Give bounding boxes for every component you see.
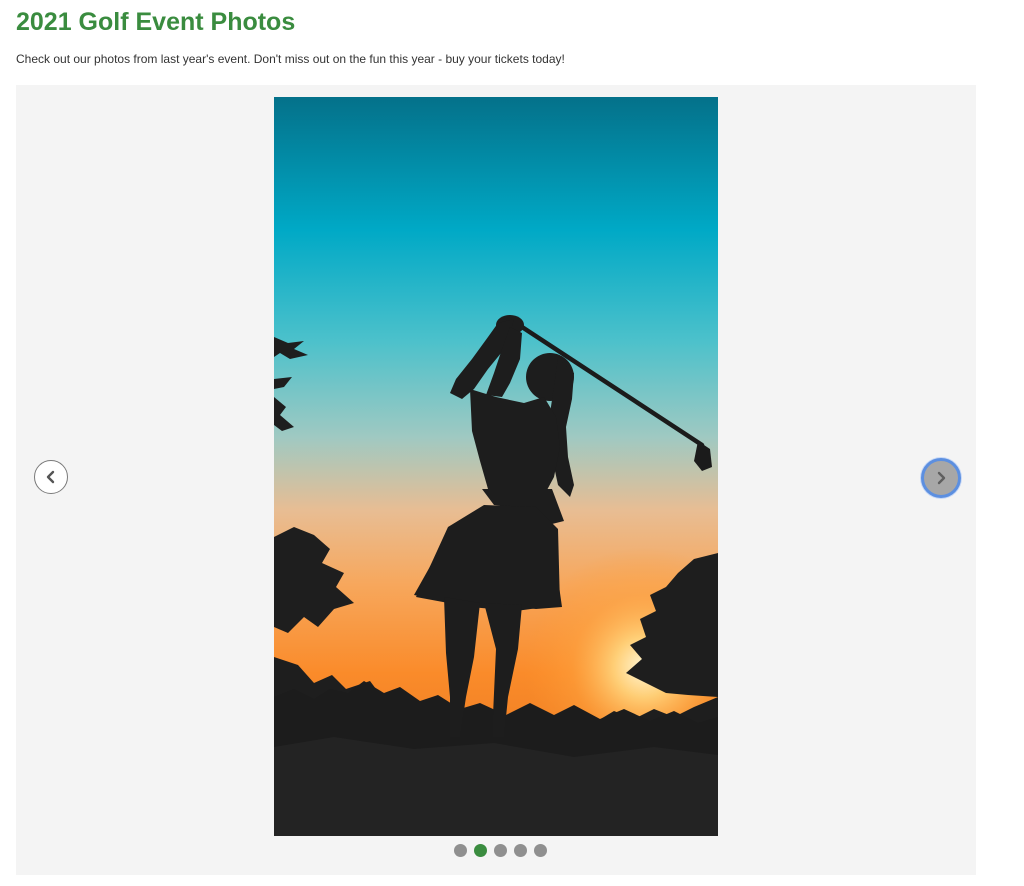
page-title: 2021 Golf Event Photos	[16, 8, 296, 36]
carousel-dot-2[interactable]	[474, 844, 487, 857]
carousel-pagination	[454, 844, 547, 858]
page: 2021 Golf Event Photos Check out our pho…	[0, 0, 1024, 886]
golfer-sunset-photo	[274, 97, 718, 836]
photo-carousel	[16, 85, 976, 875]
carousel-slide-image[interactable]	[274, 97, 718, 836]
carousel-dot-4[interactable]	[514, 844, 527, 857]
carousel-next-button[interactable]	[921, 458, 961, 498]
carousel-dot-3[interactable]	[494, 844, 507, 857]
chevron-left-icon	[46, 470, 55, 484]
intro-text: Check out our photos from last year's ev…	[16, 52, 565, 66]
carousel-dot-1[interactable]	[454, 844, 467, 857]
chevron-right-icon	[937, 471, 946, 485]
carousel-prev-button[interactable]	[34, 460, 68, 494]
carousel-dot-5[interactable]	[534, 844, 547, 857]
